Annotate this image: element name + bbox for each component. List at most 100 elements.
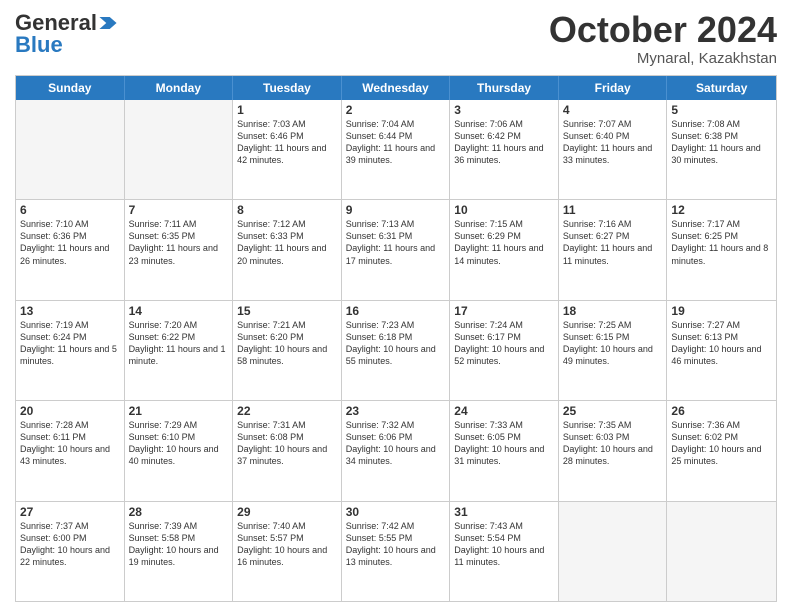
day-number: 21 xyxy=(129,404,229,418)
day-number: 28 xyxy=(129,505,229,519)
calendar-cell xyxy=(16,100,125,199)
calendar-cell xyxy=(125,100,234,199)
header-day-tuesday: Tuesday xyxy=(233,76,342,100)
calendar-cell: 11Sunrise: 7:16 AMSunset: 6:27 PMDayligh… xyxy=(559,200,668,299)
calendar-cell: 27Sunrise: 7:37 AMSunset: 6:00 PMDayligh… xyxy=(16,502,125,601)
cell-info: Sunrise: 7:16 AMSunset: 6:27 PMDaylight:… xyxy=(563,218,663,267)
cell-info: Sunrise: 7:36 AMSunset: 6:02 PMDaylight:… xyxy=(671,419,772,468)
calendar-cell: 18Sunrise: 7:25 AMSunset: 6:15 PMDayligh… xyxy=(559,301,668,400)
calendar-cell: 16Sunrise: 7:23 AMSunset: 6:18 PMDayligh… xyxy=(342,301,451,400)
calendar-cell: 30Sunrise: 7:42 AMSunset: 5:55 PMDayligh… xyxy=(342,502,451,601)
calendar-cell: 8Sunrise: 7:12 AMSunset: 6:33 PMDaylight… xyxy=(233,200,342,299)
day-number: 15 xyxy=(237,304,337,318)
calendar-row-0: 1Sunrise: 7:03 AMSunset: 6:46 PMDaylight… xyxy=(16,100,776,199)
calendar: SundayMondayTuesdayWednesdayThursdayFrid… xyxy=(15,75,777,602)
day-number: 5 xyxy=(671,103,772,117)
cell-info: Sunrise: 7:20 AMSunset: 6:22 PMDaylight:… xyxy=(129,319,229,368)
logo-arrow-icon xyxy=(99,17,117,29)
logo-blue: Blue xyxy=(15,32,63,58)
calendar-cell: 2Sunrise: 7:04 AMSunset: 6:44 PMDaylight… xyxy=(342,100,451,199)
day-number: 14 xyxy=(129,304,229,318)
calendar-cell: 13Sunrise: 7:19 AMSunset: 6:24 PMDayligh… xyxy=(16,301,125,400)
cell-info: Sunrise: 7:21 AMSunset: 6:20 PMDaylight:… xyxy=(237,319,337,368)
calendar-row-4: 27Sunrise: 7:37 AMSunset: 6:00 PMDayligh… xyxy=(16,501,776,601)
day-number: 2 xyxy=(346,103,446,117)
cell-info: Sunrise: 7:37 AMSunset: 6:00 PMDaylight:… xyxy=(20,520,120,569)
calendar-cell xyxy=(667,502,776,601)
calendar-cell: 29Sunrise: 7:40 AMSunset: 5:57 PMDayligh… xyxy=(233,502,342,601)
calendar-cell: 4Sunrise: 7:07 AMSunset: 6:40 PMDaylight… xyxy=(559,100,668,199)
cell-info: Sunrise: 7:17 AMSunset: 6:25 PMDaylight:… xyxy=(671,218,772,267)
logo: General Blue xyxy=(15,10,117,58)
calendar-cell: 21Sunrise: 7:29 AMSunset: 6:10 PMDayligh… xyxy=(125,401,234,500)
day-number: 29 xyxy=(237,505,337,519)
calendar-cell: 9Sunrise: 7:13 AMSunset: 6:31 PMDaylight… xyxy=(342,200,451,299)
cell-info: Sunrise: 7:08 AMSunset: 6:38 PMDaylight:… xyxy=(671,118,772,167)
calendar-cell: 20Sunrise: 7:28 AMSunset: 6:11 PMDayligh… xyxy=(16,401,125,500)
calendar-row-3: 20Sunrise: 7:28 AMSunset: 6:11 PMDayligh… xyxy=(16,400,776,500)
calendar-cell xyxy=(559,502,668,601)
calendar-cell: 17Sunrise: 7:24 AMSunset: 6:17 PMDayligh… xyxy=(450,301,559,400)
day-number: 25 xyxy=(563,404,663,418)
month-title: October 2024 xyxy=(549,10,777,50)
calendar-cell: 31Sunrise: 7:43 AMSunset: 5:54 PMDayligh… xyxy=(450,502,559,601)
day-number: 20 xyxy=(20,404,120,418)
cell-info: Sunrise: 7:33 AMSunset: 6:05 PMDaylight:… xyxy=(454,419,554,468)
cell-info: Sunrise: 7:19 AMSunset: 6:24 PMDaylight:… xyxy=(20,319,120,368)
day-number: 23 xyxy=(346,404,446,418)
calendar-cell: 1Sunrise: 7:03 AMSunset: 6:46 PMDaylight… xyxy=(233,100,342,199)
calendar-cell: 22Sunrise: 7:31 AMSunset: 6:08 PMDayligh… xyxy=(233,401,342,500)
day-number: 8 xyxy=(237,203,337,217)
title-block: October 2024 Mynaral, Kazakhstan xyxy=(549,10,777,67)
day-number: 12 xyxy=(671,203,772,217)
header-day-wednesday: Wednesday xyxy=(342,76,451,100)
day-number: 26 xyxy=(671,404,772,418)
calendar-cell: 10Sunrise: 7:15 AMSunset: 6:29 PMDayligh… xyxy=(450,200,559,299)
calendar-cell: 19Sunrise: 7:27 AMSunset: 6:13 PMDayligh… xyxy=(667,301,776,400)
cell-info: Sunrise: 7:28 AMSunset: 6:11 PMDaylight:… xyxy=(20,419,120,468)
day-number: 27 xyxy=(20,505,120,519)
cell-info: Sunrise: 7:39 AMSunset: 5:58 PMDaylight:… xyxy=(129,520,229,569)
day-number: 24 xyxy=(454,404,554,418)
day-number: 16 xyxy=(346,304,446,318)
cell-info: Sunrise: 7:04 AMSunset: 6:44 PMDaylight:… xyxy=(346,118,446,167)
cell-info: Sunrise: 7:24 AMSunset: 6:17 PMDaylight:… xyxy=(454,319,554,368)
day-number: 10 xyxy=(454,203,554,217)
header-day-saturday: Saturday xyxy=(667,76,776,100)
calendar-cell: 28Sunrise: 7:39 AMSunset: 5:58 PMDayligh… xyxy=(125,502,234,601)
cell-info: Sunrise: 7:13 AMSunset: 6:31 PMDaylight:… xyxy=(346,218,446,267)
cell-info: Sunrise: 7:42 AMSunset: 5:55 PMDaylight:… xyxy=(346,520,446,569)
header-day-friday: Friday xyxy=(559,76,668,100)
cell-info: Sunrise: 7:10 AMSunset: 6:36 PMDaylight:… xyxy=(20,218,120,267)
cell-info: Sunrise: 7:35 AMSunset: 6:03 PMDaylight:… xyxy=(563,419,663,468)
cell-info: Sunrise: 7:31 AMSunset: 6:08 PMDaylight:… xyxy=(237,419,337,468)
calendar-cell: 3Sunrise: 7:06 AMSunset: 6:42 PMDaylight… xyxy=(450,100,559,199)
calendar-cell: 15Sunrise: 7:21 AMSunset: 6:20 PMDayligh… xyxy=(233,301,342,400)
calendar-cell: 26Sunrise: 7:36 AMSunset: 6:02 PMDayligh… xyxy=(667,401,776,500)
calendar-cell: 7Sunrise: 7:11 AMSunset: 6:35 PMDaylight… xyxy=(125,200,234,299)
calendar-header: SundayMondayTuesdayWednesdayThursdayFrid… xyxy=(16,76,776,100)
calendar-row-2: 13Sunrise: 7:19 AMSunset: 6:24 PMDayligh… xyxy=(16,300,776,400)
calendar-cell: 6Sunrise: 7:10 AMSunset: 6:36 PMDaylight… xyxy=(16,200,125,299)
calendar-cell: 12Sunrise: 7:17 AMSunset: 6:25 PMDayligh… xyxy=(667,200,776,299)
cell-info: Sunrise: 7:15 AMSunset: 6:29 PMDaylight:… xyxy=(454,218,554,267)
page: General Blue October 2024 Mynaral, Kazak… xyxy=(0,0,792,612)
cell-info: Sunrise: 7:43 AMSunset: 5:54 PMDaylight:… xyxy=(454,520,554,569)
day-number: 1 xyxy=(237,103,337,117)
header-day-thursday: Thursday xyxy=(450,76,559,100)
day-number: 4 xyxy=(563,103,663,117)
cell-info: Sunrise: 7:23 AMSunset: 6:18 PMDaylight:… xyxy=(346,319,446,368)
cell-info: Sunrise: 7:03 AMSunset: 6:46 PMDaylight:… xyxy=(237,118,337,167)
day-number: 13 xyxy=(20,304,120,318)
cell-info: Sunrise: 7:40 AMSunset: 5:57 PMDaylight:… xyxy=(237,520,337,569)
header-day-monday: Monday xyxy=(125,76,234,100)
header: General Blue October 2024 Mynaral, Kazak… xyxy=(15,10,777,67)
day-number: 11 xyxy=(563,203,663,217)
day-number: 17 xyxy=(454,304,554,318)
cell-info: Sunrise: 7:11 AMSunset: 6:35 PMDaylight:… xyxy=(129,218,229,267)
calendar-cell: 23Sunrise: 7:32 AMSunset: 6:06 PMDayligh… xyxy=(342,401,451,500)
cell-info: Sunrise: 7:29 AMSunset: 6:10 PMDaylight:… xyxy=(129,419,229,468)
cell-info: Sunrise: 7:07 AMSunset: 6:40 PMDaylight:… xyxy=(563,118,663,167)
calendar-row-1: 6Sunrise: 7:10 AMSunset: 6:36 PMDaylight… xyxy=(16,199,776,299)
calendar-body: 1Sunrise: 7:03 AMSunset: 6:46 PMDaylight… xyxy=(16,100,776,601)
